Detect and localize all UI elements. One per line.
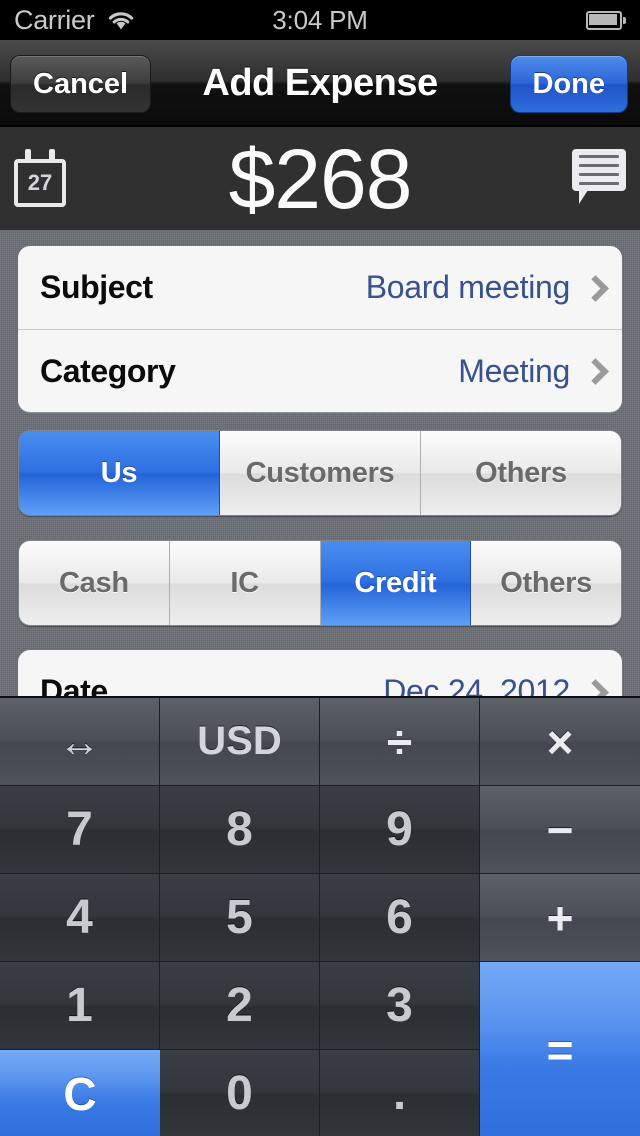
key-3[interactable]: 3	[320, 962, 480, 1050]
amount-bar: 27 $268	[0, 126, 640, 230]
field-label-category: Category	[40, 352, 176, 389]
field-group: Subject Board meeting Category Meeting	[18, 246, 622, 412]
done-button[interactable]: Done	[509, 55, 628, 113]
note-bubble-icon[interactable]	[572, 149, 626, 205]
clear-key[interactable]: C	[0, 1050, 160, 1136]
field-label-subject: Subject	[40, 269, 153, 305]
segment-customers[interactable]: Customers	[220, 431, 421, 515]
field-row-subject[interactable]: Subject Board meeting	[18, 246, 622, 329]
key-2[interactable]: 2	[160, 962, 320, 1050]
key-4[interactable]: 4	[0, 874, 160, 962]
payment-method-segmented-control[interactable]: Cash IC Credit Others	[18, 540, 622, 626]
app-screen: Carrier 3:04 PM Cancel Add Expense Done …	[0, 0, 640, 1136]
calculator-keypad: ↔ USD ÷ × 7 8 9 − 4 5 6 + 1 2 3 = C 0 .	[0, 696, 640, 1136]
equals-key[interactable]: =	[480, 962, 640, 1136]
divide-key[interactable]: ÷	[320, 698, 480, 786]
segment-cash[interactable]: Cash	[19, 541, 170, 625]
plus-key[interactable]: +	[480, 874, 640, 962]
segment-others[interactable]: Others	[421, 431, 621, 515]
key-5[interactable]: 5	[160, 874, 320, 962]
key-0[interactable]: 0	[160, 1050, 320, 1136]
status-bar: Carrier 3:04 PM	[0, 0, 640, 40]
segment-others[interactable]: Others	[471, 541, 621, 625]
key-6[interactable]: 6	[320, 874, 480, 962]
decimal-key[interactable]: .	[320, 1050, 480, 1136]
battery-icon	[586, 11, 626, 30]
currency-key[interactable]: USD	[160, 698, 320, 786]
payer-segmented-control[interactable]: Us Customers Others	[18, 430, 622, 516]
segment-credit[interactable]: Credit	[320, 541, 472, 625]
field-row-category[interactable]: Category Meeting	[18, 329, 622, 412]
segment-ic[interactable]: IC	[169, 541, 321, 625]
chevron-right-icon	[586, 276, 600, 300]
amount-display: $268	[228, 131, 413, 226]
key-8[interactable]: 8	[160, 786, 320, 874]
minus-key[interactable]: −	[480, 786, 640, 874]
key-7[interactable]: 7	[0, 786, 160, 874]
field-value-subject: Board meeting	[365, 269, 571, 305]
swap-key[interactable]: ↔	[0, 698, 160, 786]
field-value-category: Meeting	[458, 352, 570, 389]
multiply-key[interactable]: ×	[480, 698, 640, 786]
segment-us[interactable]: Us	[19, 431, 220, 515]
status-bar-time: 3:04 PM	[272, 4, 368, 35]
key-9[interactable]: 9	[320, 786, 480, 874]
navigation-bar: Cancel Add Expense Done	[0, 40, 640, 126]
key-1[interactable]: 1	[0, 962, 160, 1050]
chevron-right-icon	[586, 359, 600, 383]
